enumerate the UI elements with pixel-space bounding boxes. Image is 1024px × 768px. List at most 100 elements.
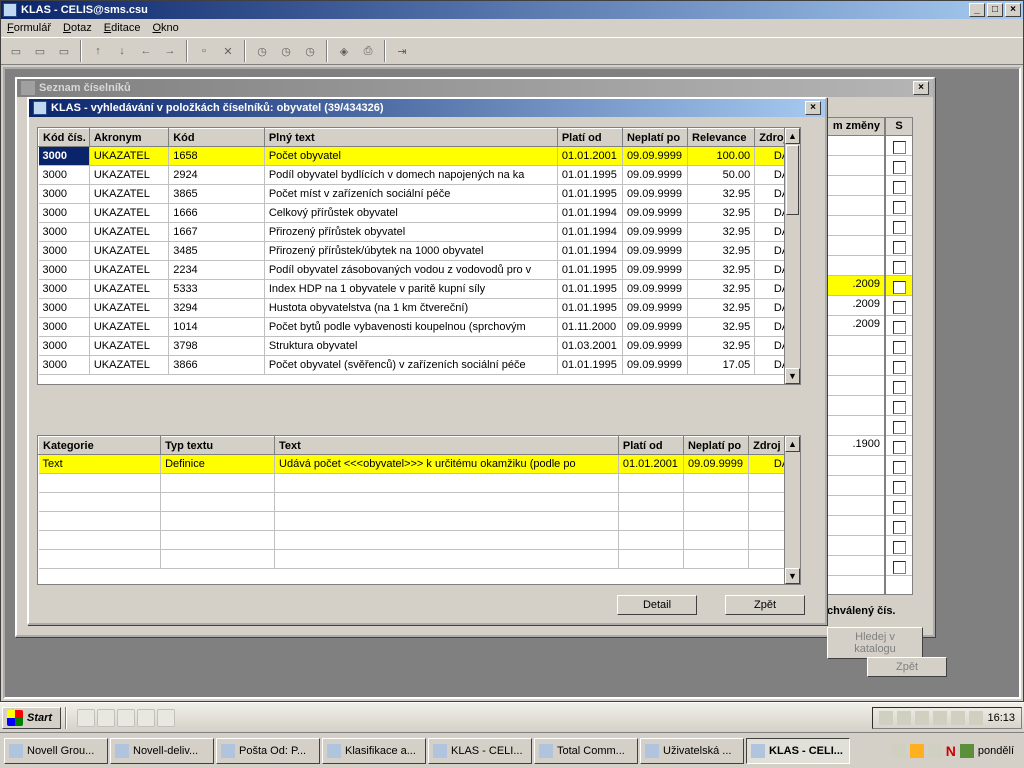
results-grid[interactable]: Kód čís. Akronym Kód Plný text Platí od …	[37, 127, 801, 385]
table-row[interactable]: 3000UKAZATEL3866Počet obyvatel (svěřenců…	[39, 356, 800, 375]
bg-check-cell[interactable]	[886, 356, 912, 376]
tb-clock3-icon[interactable]: ◷	[299, 40, 321, 62]
search-close-button[interactable]: ×	[805, 101, 821, 115]
dcol-neplati[interactable]: Neplatí po	[683, 437, 748, 455]
checkbox[interactable]	[893, 161, 906, 174]
bg-date-cell[interactable]	[828, 256, 884, 276]
bg-check-cell[interactable]	[886, 456, 912, 476]
table-row[interactable]: 3000UKAZATEL1666Celkový přírůstek obyvat…	[39, 204, 800, 223]
tray-icon[interactable]	[969, 711, 983, 725]
scroll-thumb[interactable]	[786, 145, 799, 215]
menu-formular[interactable]: Formulář	[7, 22, 51, 34]
tb-right-icon[interactable]: →	[159, 40, 181, 62]
taskbar-task[interactable]: Novell Grou...	[4, 738, 108, 764]
scroll-down-icon[interactable]: ▼	[785, 368, 800, 384]
bg-window-titlebar[interactable]: Seznam číselníků ×	[17, 79, 933, 97]
checkbox[interactable]	[893, 341, 906, 354]
ql-icon-2[interactable]	[97, 709, 115, 727]
tray-icon[interactable]	[933, 711, 947, 725]
ql-icon-4[interactable]	[137, 709, 155, 727]
tb-delete-icon[interactable]: ✕	[217, 40, 239, 62]
dcol-platiod[interactable]: Platí od	[618, 437, 683, 455]
tb-down-icon[interactable]: ↓	[111, 40, 133, 62]
taskbar-task[interactable]: Uživatelská ...	[640, 738, 744, 764]
bg-btn-catalog[interactable]: Hledej v katalogu	[827, 627, 923, 659]
checkbox[interactable]	[893, 461, 906, 474]
results-scrollbar[interactable]: ▲ ▼	[784, 128, 800, 384]
bg-check-cell[interactable]	[886, 276, 912, 296]
table-row[interactable]	[39, 512, 800, 531]
taskbar-task[interactable]: Pošta Od: P...	[216, 738, 320, 764]
bg-check-cell[interactable]	[886, 156, 912, 176]
maximize-button[interactable]: □	[987, 3, 1003, 17]
detail-button[interactable]: Detail	[617, 595, 697, 615]
bg-date-cell[interactable]	[828, 336, 884, 356]
bg-date-cell[interactable]	[828, 396, 884, 416]
bg-check-cell[interactable]	[886, 516, 912, 536]
bg-date-cell[interactable]	[828, 176, 884, 196]
col-akronym[interactable]: Akronym	[89, 129, 168, 147]
taskbar-task[interactable]: Novell-deliv...	[110, 738, 214, 764]
bg-date-cell[interactable]	[828, 476, 884, 496]
tb-exit-icon[interactable]: ⇥	[391, 40, 413, 62]
table-row[interactable]: 3000UKAZATEL1667Přirozený přírůstek obyv…	[39, 223, 800, 242]
col-relevance[interactable]: Relevance	[688, 129, 755, 147]
tray2-icon[interactable]	[928, 744, 942, 758]
col-neplati[interactable]: Neplatí po	[622, 129, 687, 147]
bg-date-cell[interactable]: .1900	[828, 436, 884, 456]
checkbox[interactable]	[893, 501, 906, 514]
bg-date-cell[interactable]: .2009	[828, 276, 884, 296]
dcol-kategorie[interactable]: Kategorie	[39, 437, 161, 455]
checkbox[interactable]	[893, 241, 906, 254]
dcol-text[interactable]: Text	[275, 437, 619, 455]
checkbox[interactable]	[893, 381, 906, 394]
tray2-icon[interactable]	[960, 744, 974, 758]
minimize-button[interactable]: _	[969, 3, 985, 17]
table-row[interactable]: 3000UKAZATEL1014Počet bytů podle vybaven…	[39, 318, 800, 337]
tb-up-icon[interactable]: ↑	[87, 40, 109, 62]
table-row[interactable]: 3000UKAZATEL1658Počet obyvatel01.01.2001…	[39, 147, 800, 166]
col-kodcis[interactable]: Kód čís.	[39, 129, 90, 147]
close-button[interactable]: ×	[1005, 3, 1021, 17]
tb-new-icon[interactable]: ▭	[5, 40, 27, 62]
bg-check-cell[interactable]	[886, 376, 912, 396]
checkbox[interactable]	[893, 301, 906, 314]
taskbar-task[interactable]: KLAS - CELI...	[746, 738, 850, 764]
table-row[interactable]	[39, 493, 800, 512]
bg-date-cell[interactable]	[828, 136, 884, 156]
detail-grid[interactable]: Kategorie Typ textu Text Platí od Neplat…	[37, 435, 801, 585]
titlebar[interactable]: KLAS - CELIS@sms.csu _ □ ×	[1, 1, 1023, 19]
bg-check-cell[interactable]	[886, 196, 912, 216]
tb-clock2-icon[interactable]: ◷	[275, 40, 297, 62]
bg-check-cell[interactable]	[886, 536, 912, 556]
tray2-icon[interactable]	[910, 744, 924, 758]
ql-icon-3[interactable]	[117, 709, 135, 727]
ql-icon-5[interactable]	[157, 709, 175, 727]
table-row[interactable]: 3000UKAZATEL3865Počet míst v zařízeních …	[39, 185, 800, 204]
bg-check-cell[interactable]	[886, 176, 912, 196]
bg-check-cell[interactable]	[886, 396, 912, 416]
checkbox[interactable]	[893, 321, 906, 334]
detail-scrollbar[interactable]: ▲ ▼	[784, 436, 800, 584]
bg-date-cell[interactable]: .2009	[828, 316, 884, 336]
tray-icon[interactable]	[897, 711, 911, 725]
table-row[interactable]	[39, 531, 800, 550]
bg-check-cell[interactable]	[886, 416, 912, 436]
tb-left-icon[interactable]: ←	[135, 40, 157, 62]
detail-scroll-up-icon[interactable]: ▲	[785, 436, 800, 452]
bg-date-cell[interactable]	[828, 376, 884, 396]
table-row[interactable]: 3000UKAZATEL3485Přirozený přírůstek/úbyt…	[39, 242, 800, 261]
tray-icon[interactable]	[879, 711, 893, 725]
bg-date-cell[interactable]	[828, 196, 884, 216]
table-row[interactable]: 3000UKAZATEL2234Podíl obyvatel zásobovan…	[39, 261, 800, 280]
table-row[interactable]	[39, 550, 800, 569]
dcol-typ[interactable]: Typ textu	[161, 437, 275, 455]
tb-save-icon[interactable]: ▭	[53, 40, 75, 62]
tb-doc-icon[interactable]: ▫	[193, 40, 215, 62]
checkbox[interactable]	[893, 481, 906, 494]
bg-date-cell[interactable]	[828, 516, 884, 536]
bg-check-cell[interactable]	[886, 216, 912, 236]
taskbar-task[interactable]: Klasifikace a...	[322, 738, 426, 764]
table-row[interactable]: 3000UKAZATEL2924Podíl obyvatel bydlících…	[39, 166, 800, 185]
tb-clock1-icon[interactable]: ◷	[251, 40, 273, 62]
